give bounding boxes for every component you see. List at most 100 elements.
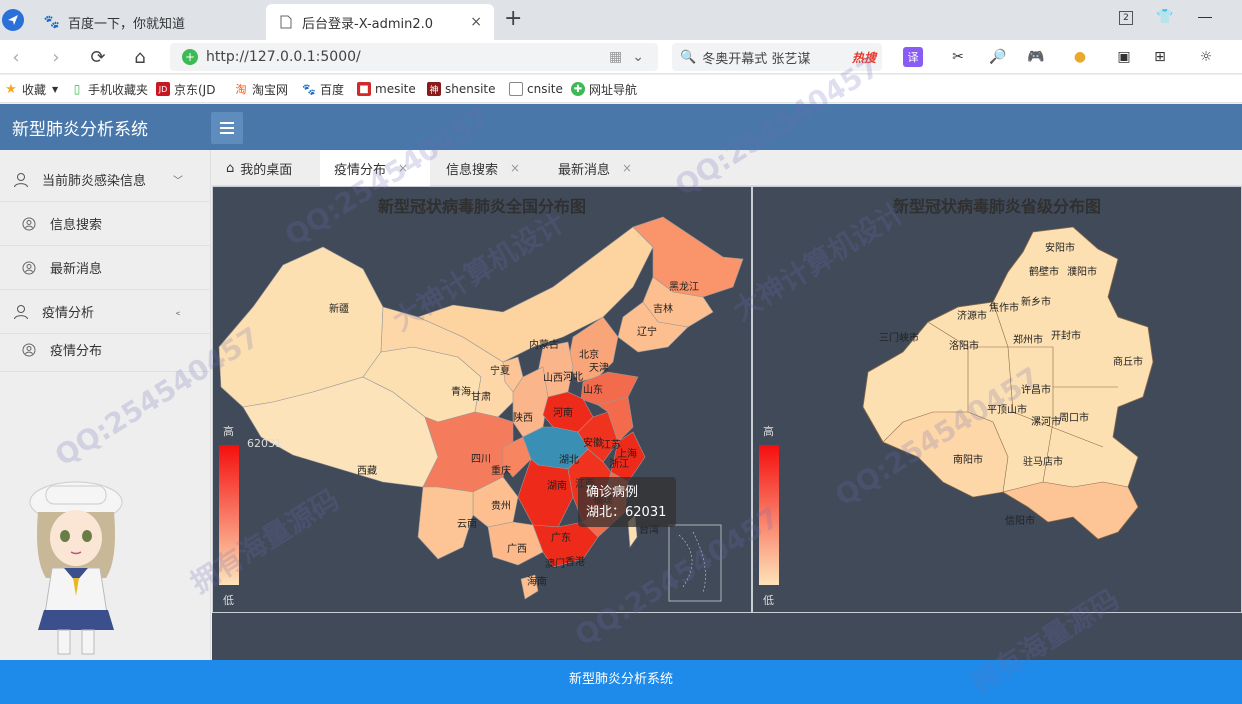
sidebar-item-label: 最新消息 <box>50 262 103 277</box>
label-macau: 澳门 <box>545 557 565 570</box>
sidebar-group-infection-info[interactable]: 当前肺炎感染信息 ﹀ <box>0 158 211 202</box>
close-tab-icon[interactable]: × <box>470 14 482 30</box>
label-guizhou: 贵州 <box>491 499 511 512</box>
sidebar-item-label: 疫情分布 <box>50 344 103 359</box>
province-map-panel: 新型冠状病毒肺炎省级分布图 安阳市 鹤壁市 濮阳市 焦作市 新乡市 济源市 三门… <box>752 186 1242 613</box>
minimize-icon[interactable] <box>1198 17 1212 18</box>
bookmark-taobao[interactable]: 淘 淘宝网 <box>234 81 289 97</box>
content-tab-bar: ⌂ 我的桌面 疫情分布 × 信息搜索 × 最新消息 × <box>212 150 1242 186</box>
bookmark-shensite[interactable]: 神 shensite <box>427 81 496 97</box>
reload-icon[interactable]: ⟳ <box>86 45 110 69</box>
label-shaanxi: 陕西 <box>513 411 533 424</box>
label-luoyang: 洛阳市 <box>949 339 979 352</box>
star-icon: ★ <box>5 81 17 97</box>
legend-low-label: 低 <box>223 594 234 607</box>
reader-icon[interactable]: ▣ <box>1114 47 1134 67</box>
shirt-icon[interactable]: 👕 <box>1156 9 1173 25</box>
chevron-down-icon: ﹀ <box>173 176 183 187</box>
bookmark-label: 收藏 <box>22 82 47 97</box>
bookmark-label: 网址导航 <box>589 82 638 97</box>
bookmark-label: 百度 <box>320 82 345 97</box>
legend-low-label: 低 <box>763 594 774 607</box>
address-bar: ‹ › ⟳ ⌂ + http://127.0.0.1:5000/ ▦ ⌄ 🔍 冬… <box>0 40 1242 74</box>
bookmark-nav[interactable]: ✚ 网址导航 <box>571 81 637 97</box>
app-footer: 新型肺炎分析系统 <box>0 660 1242 704</box>
bookmark-mobile[interactable]: ▯ 手机收藏夹 <box>70 81 148 97</box>
scissors-icon[interactable]: ✂ <box>948 47 968 67</box>
label-hebi: 鹤壁市 <box>1029 265 1059 278</box>
bookmark-cnsite[interactable]: cnsite <box>509 81 563 97</box>
label-hongkong: 香港 <box>565 556 585 568</box>
url-input[interactable]: + http://127.0.0.1:5000/ ▦ ⌄ <box>170 43 658 71</box>
label-guangdong: 广东 <box>551 531 571 544</box>
close-tab-icon[interactable]: × <box>622 161 632 175</box>
app-header: 新型肺炎分析系统 <box>0 104 1242 150</box>
home-icon[interactable]: ⌂ <box>128 45 152 69</box>
tab-epidemic-distribution[interactable]: 疫情分布 × <box>320 150 430 186</box>
bookmark-baidu[interactable]: 🐾 百度 <box>302 81 344 97</box>
close-tab-icon[interactable]: × <box>510 161 520 175</box>
baidu-paw-icon: 🐾 <box>43 14 61 30</box>
magnifier-icon[interactable]: 🔎 <box>988 47 1008 67</box>
china-map[interactable]: 新疆 西藏 青海 甘肃 宁夏 内蒙古 黑龙江 吉林 辽宁 北京 天津 河北 山西… <box>213 187 753 614</box>
browser-tab-bar: 🐾 百度一下，你就知道 后台登录-X-admin2.0 × + 2 👕 <box>0 0 1242 40</box>
bookmark-label: 手机收藏夹 <box>88 82 149 97</box>
label-hainan: 海南 <box>527 575 547 588</box>
game-icon[interactable]: 🎮 <box>1026 47 1046 67</box>
jd-icon: JD <box>156 82 170 96</box>
tab-label: 疫情分布 <box>334 162 387 178</box>
browser-tab-title: 后台登录-X-admin2.0 <box>302 16 434 32</box>
back-icon[interactable]: ‹ <box>4 45 28 69</box>
baidu-paw-icon: 🐾 <box>302 82 316 96</box>
taobao-icon: 淘 <box>235 83 247 96</box>
label-sanmenxia: 三门峡市 <box>879 331 919 344</box>
qr-icon[interactable]: ▦ <box>609 49 622 65</box>
forward-icon[interactable]: › <box>44 45 68 69</box>
tab-my-desktop[interactable]: ⌂ 我的桌面 <box>212 150 318 186</box>
translate-icon[interactable]: 译 <box>903 47 923 67</box>
tab-count-badge[interactable]: 2 <box>1119 11 1133 25</box>
visual-map-legend[interactable] <box>759 445 779 585</box>
label-jiaozuo: 焦作市 <box>989 301 1019 314</box>
label-guangxi: 广西 <box>507 543 527 555</box>
label-henan: 河南 <box>553 406 573 419</box>
label-xinyang: 信阳市 <box>1005 514 1035 527</box>
sidebar-item-info-search[interactable]: 信息搜索 <box>0 202 211 246</box>
tab-latest-news[interactable]: 最新消息 × <box>544 150 652 186</box>
brightness-icon[interactable]: ☼ <box>1196 47 1216 67</box>
apps-grid-icon[interactable]: ⊞ <box>1150 47 1170 67</box>
sidebar-group-label: 当前肺炎感染信息 <box>42 174 147 189</box>
bookmark-mesite[interactable]: ■ mesite <box>357 81 416 97</box>
search-input[interactable]: 🔍 冬奥开幕式 张艺谋 热搜 <box>672 43 882 71</box>
sidebar-item-latest-news[interactable]: 最新消息 <box>0 246 211 290</box>
menu-toggle-button[interactable] <box>211 112 243 144</box>
visual-map-legend[interactable] <box>219 445 239 585</box>
browser-logo-icon[interactable] <box>2 9 24 31</box>
browser-tab-baidu[interactable]: 🐾 百度一下，你就知道 <box>32 4 262 40</box>
browser-tab-admin[interactable]: 后台登录-X-admin2.0 × <box>266 4 494 40</box>
sidebar-group-label: 疫情分析 <box>42 306 95 321</box>
coin-icon[interactable]: ● <box>1070 47 1090 67</box>
chevron-down-icon[interactable]: ⌄ <box>632 49 644 65</box>
label-xizang: 西藏 <box>357 465 377 477</box>
label-shandong: 山东 <box>583 383 603 396</box>
close-tab-icon[interactable]: × <box>398 161 408 175</box>
bookmarks-bar: ★ 收藏 ▼ ▯ 手机收藏夹 JD 京东(JD 淘 淘宝网 🐾 百度 ■ mes… <box>0 75 1242 103</box>
label-shangqiu: 商丘市 <box>1113 355 1143 368</box>
label-luohe: 漯河市 <box>1031 415 1061 428</box>
hot-search-badge: 热搜 <box>851 50 876 65</box>
henan-map[interactable]: 安阳市 鹤壁市 濮阳市 焦作市 新乡市 济源市 三门峡市 洛阳市 郑州市 开封市… <box>753 187 1242 614</box>
bookmark-favorites[interactable]: ★ 收藏 ▼ <box>4 81 58 97</box>
bookmark-jd[interactable]: JD 京东(JD <box>156 81 215 97</box>
label-jilin: 吉林 <box>653 302 673 315</box>
legend-high-label: 高 <box>223 425 234 438</box>
legend-max-value: 62031 <box>247 437 282 450</box>
tab-info-search[interactable]: 信息搜索 × <box>432 150 540 186</box>
label-tianjin: 天津 <box>589 362 609 374</box>
legend-high-label: 高 <box>763 425 774 438</box>
user-circle-icon <box>20 215 38 233</box>
new-tab-button[interactable]: + <box>504 6 522 31</box>
user-circle-icon <box>20 259 38 277</box>
sidebar-item-distribution[interactable]: 疫情分布 <box>0 328 211 372</box>
shensite-icon: 神 <box>427 82 441 96</box>
